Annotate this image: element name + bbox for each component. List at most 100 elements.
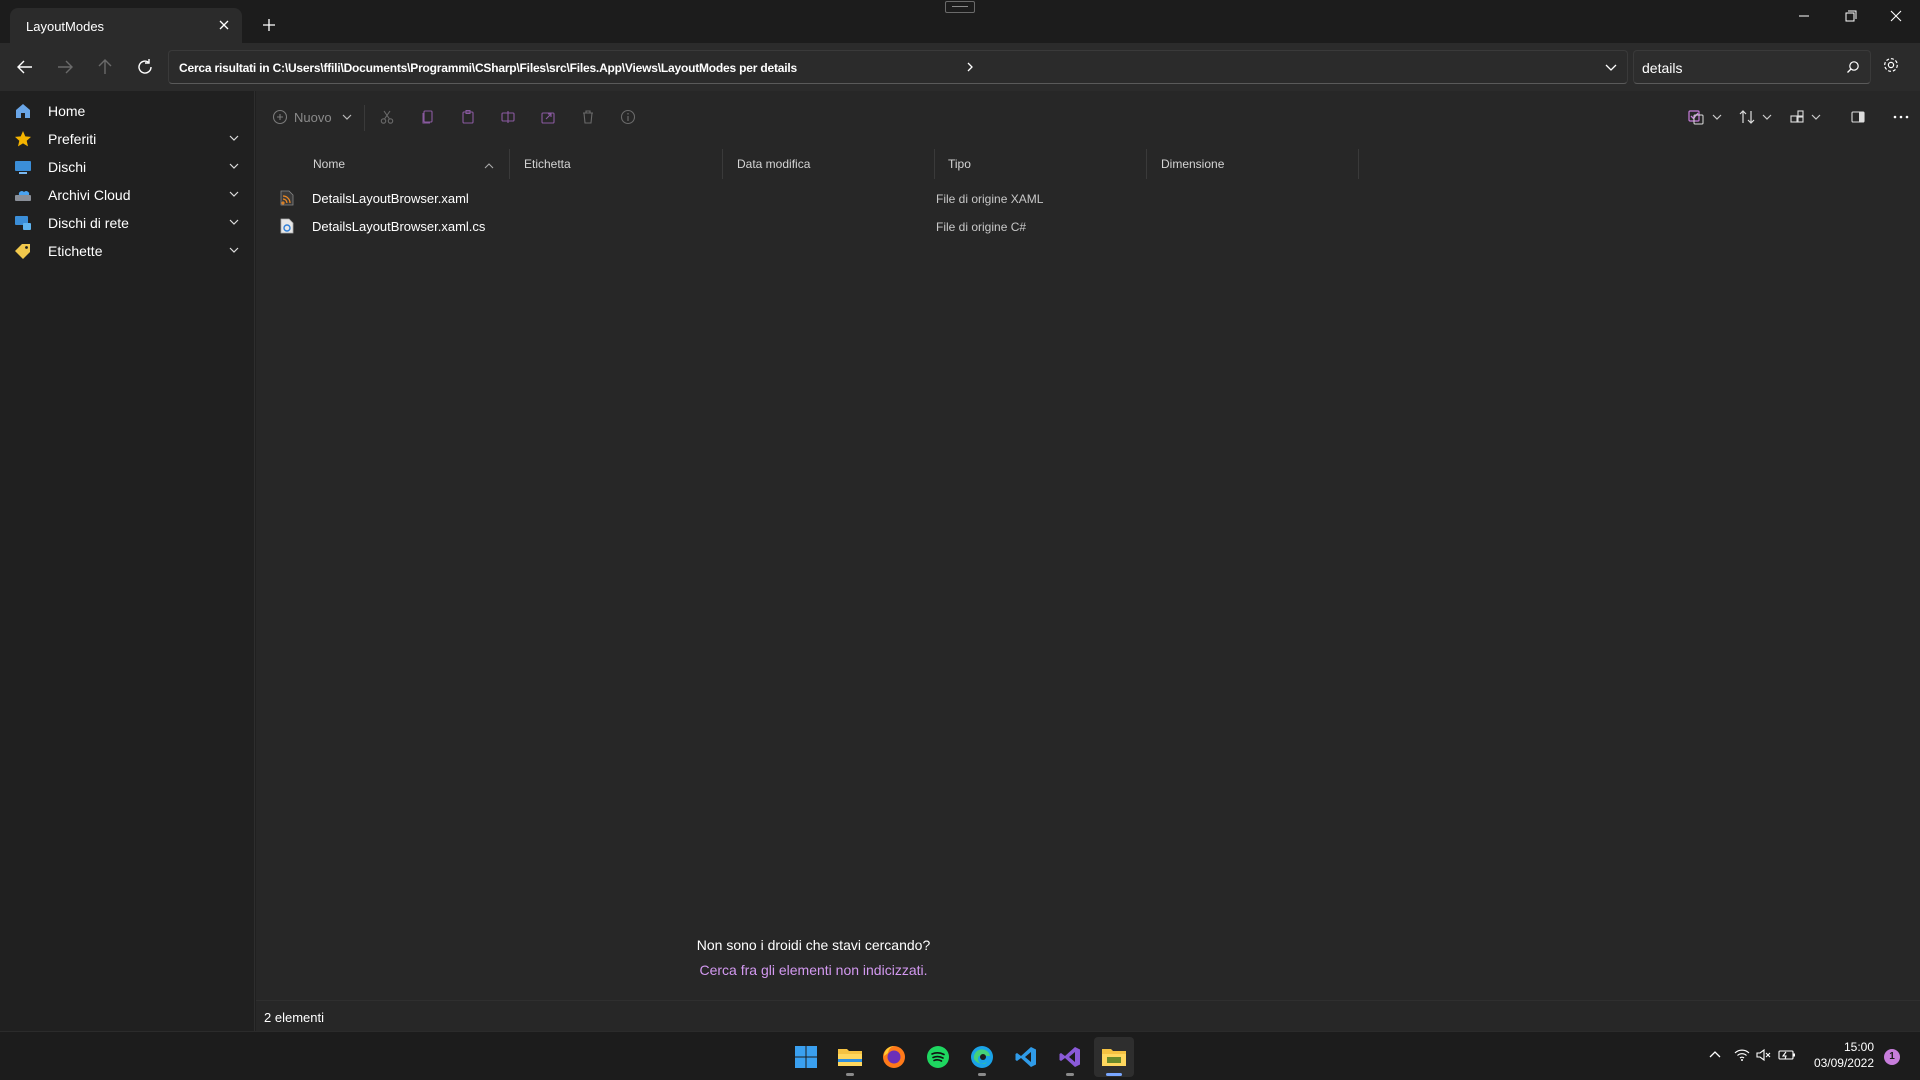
preview-pane-button[interactable] xyxy=(1850,106,1866,128)
sidebar-item-home[interactable]: Home xyxy=(8,97,248,125)
file-name: DetailsLayoutBrowser.xaml.cs xyxy=(312,219,486,234)
chevron-down-icon xyxy=(1712,114,1722,120)
visual-studio-icon[interactable] xyxy=(1050,1037,1090,1077)
search-icon[interactable] xyxy=(1846,60,1860,74)
column-header-date[interactable]: Data modifica xyxy=(737,157,810,179)
copy-icon[interactable] xyxy=(420,106,436,128)
tag-icon xyxy=(14,242,32,260)
file-explorer-icon[interactable] xyxy=(830,1037,870,1077)
sidebar-item-label: Preferiti xyxy=(48,131,97,147)
close-window-button[interactable] xyxy=(1882,6,1910,26)
firefox-icon[interactable] xyxy=(874,1037,914,1077)
chevron-down-icon xyxy=(1811,114,1821,120)
sidebar-item-dischi[interactable]: Dischi xyxy=(8,153,248,181)
sidebar-item-archivi-cloud[interactable]: Archivi Cloud xyxy=(8,181,248,209)
sidebar-item-dischi-di-rete[interactable]: Dischi di rete xyxy=(8,209,248,237)
column-divider[interactable] xyxy=(1358,149,1359,179)
sidebar-item-label: Dischi di rete xyxy=(48,215,129,231)
sidebar-item-label: Etichette xyxy=(48,243,103,259)
restore-button[interactable] xyxy=(1836,6,1864,26)
preview-pane-icon xyxy=(1851,111,1865,123)
table-row[interactable]: DetailsLayoutBrowser.xaml File di origin… xyxy=(264,184,1614,212)
delete-icon[interactable] xyxy=(580,106,596,128)
status-bar: 2 elementi xyxy=(256,1000,1920,1031)
paste-icon[interactable] xyxy=(460,106,476,128)
chevron-down-icon[interactable] xyxy=(228,189,240,199)
sidebar-item-label: Home xyxy=(48,103,86,119)
settings-gear-icon[interactable] xyxy=(1882,56,1900,74)
vscode-icon[interactable] xyxy=(1006,1037,1046,1077)
taskbar: 15:00 03/09/2022 1 xyxy=(0,1031,1920,1080)
column-header-tag[interactable]: Etichetta xyxy=(524,157,571,179)
address-bar[interactable]: Cerca risultati in C:\Users\ffili\Docume… xyxy=(168,50,1628,84)
network-drive-icon xyxy=(14,214,32,232)
column-divider[interactable] xyxy=(934,149,935,179)
chevron-down-icon[interactable] xyxy=(1603,60,1619,74)
windows-start-icon[interactable] xyxy=(786,1037,826,1077)
address-path: Cerca risultati in C:\Users\ffili\Docume… xyxy=(179,61,797,75)
layout-button[interactable] xyxy=(1789,106,1823,128)
close-tab-icon[interactable] xyxy=(216,17,232,33)
column-divider[interactable] xyxy=(722,149,723,179)
battery-icon[interactable] xyxy=(1778,1048,1796,1062)
more-options-icon[interactable] xyxy=(1892,106,1910,128)
volume-muted-icon[interactable] xyxy=(1756,1048,1772,1062)
system-clock[interactable]: 15:00 03/09/2022 xyxy=(1806,1039,1874,1071)
search-hint-text: Non sono i droidi che stavi cercando? xyxy=(696,937,931,953)
running-indicator xyxy=(1066,1073,1074,1076)
search-unindexed-link[interactable]: Cerca fra gli elementi non indicizzati. xyxy=(256,962,1371,978)
new-button-label: Nuovo xyxy=(294,109,332,125)
spotify-icon[interactable] xyxy=(918,1037,958,1077)
forward-button[interactable] xyxy=(52,54,78,80)
table-row[interactable]: DetailsLayoutBrowser.xaml.cs File di ori… xyxy=(264,212,1614,240)
back-button[interactable] xyxy=(12,54,38,80)
wifi-icon[interactable] xyxy=(1734,1048,1750,1062)
sort-button[interactable] xyxy=(1738,106,1774,128)
sort-ascending-icon[interactable] xyxy=(483,161,495,171)
cut-icon[interactable] xyxy=(379,106,395,128)
column-divider[interactable] xyxy=(509,149,510,179)
xaml-file-icon xyxy=(280,190,294,206)
up-button[interactable] xyxy=(92,54,118,80)
sidebar-item-preferiti[interactable]: Preferiti xyxy=(8,125,248,153)
notification-badge[interactable]: 1 xyxy=(1884,1049,1900,1065)
search-box[interactable]: details xyxy=(1633,50,1871,84)
minimize-button[interactable] xyxy=(1790,6,1818,26)
new-tab-button[interactable] xyxy=(260,16,278,34)
column-header-name[interactable]: Nome xyxy=(313,157,345,179)
chevron-right-icon[interactable] xyxy=(964,60,976,74)
chevron-up-icon[interactable] xyxy=(1708,1048,1722,1062)
refresh-button[interactable] xyxy=(132,54,158,80)
sidebar-item-etichette[interactable]: Etichette xyxy=(8,237,248,265)
select-checkbox-icon xyxy=(1688,110,1704,125)
sidebar: Home Preferiti Dischi Archivi Cloud Disc… xyxy=(0,91,255,1031)
clock-date: 03/09/2022 xyxy=(1813,1056,1874,1070)
chevron-down-icon[interactable] xyxy=(228,217,240,227)
file-list-pane: Nuovo Nome Etichetta Data modifica Tipo … xyxy=(256,91,1920,1031)
search-input[interactable]: details xyxy=(1642,60,1682,76)
toolbar-divider xyxy=(364,105,365,131)
csharp-file-icon xyxy=(280,218,294,234)
column-divider[interactable] xyxy=(1146,149,1147,179)
file-name: DetailsLayoutBrowser.xaml xyxy=(312,191,469,206)
edge-icon[interactable] xyxy=(962,1037,1002,1077)
column-header-type[interactable]: Tipo xyxy=(948,157,971,179)
title-bar: LayoutModes xyxy=(0,0,1920,43)
chevron-down-icon[interactable] xyxy=(228,133,240,143)
share-icon[interactable] xyxy=(540,106,556,128)
rename-icon[interactable] xyxy=(500,106,516,128)
cloud-icon xyxy=(14,186,32,204)
chevron-down-icon[interactable] xyxy=(228,245,240,255)
drag-handle[interactable] xyxy=(945,1,975,13)
chevron-down-icon[interactable] xyxy=(228,161,240,171)
selection-options-button[interactable] xyxy=(1688,106,1724,128)
properties-info-icon[interactable] xyxy=(620,106,636,128)
new-button[interactable]: Nuovo xyxy=(272,106,354,128)
column-header-size[interactable]: Dimensione xyxy=(1161,157,1224,179)
files-dev-icon[interactable] xyxy=(1094,1037,1134,1077)
layout-grid-icon xyxy=(1790,110,1804,123)
tab-layoutmodes[interactable]: LayoutModes xyxy=(10,8,242,43)
home-icon xyxy=(14,102,32,120)
clock-time: 15:00 xyxy=(1843,1040,1874,1054)
sort-icon xyxy=(1739,110,1755,124)
